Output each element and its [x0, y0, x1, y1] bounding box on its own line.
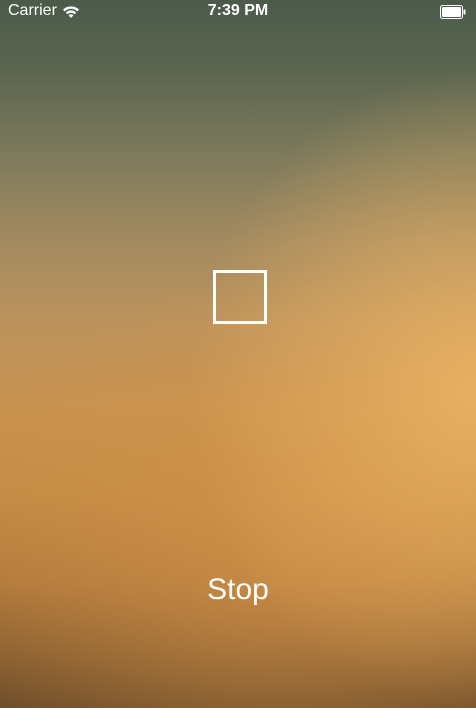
battery-full-icon [440, 4, 466, 19]
stop-button[interactable]: Stop [178, 568, 298, 612]
focus-square-icon [213, 270, 267, 324]
status-time: 7:39 PM [207, 2, 269, 19]
status-bar: Carrier 7:39 PM [0, 0, 476, 22]
